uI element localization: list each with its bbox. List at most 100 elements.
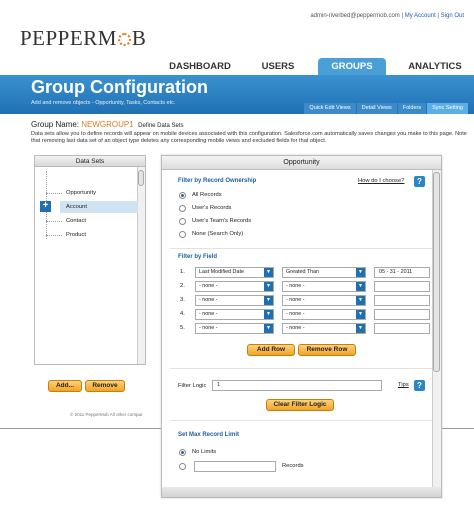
- data-set-item-contact[interactable]: Contact: [66, 218, 86, 224]
- field-select-2[interactable]: - none -: [195, 281, 274, 292]
- row-number: 4.: [180, 311, 185, 317]
- radio-label-none-search-only: None (Search Only): [192, 231, 244, 237]
- sign-out-link[interactable]: Sign Out: [441, 13, 464, 19]
- group-name-label: Group Name:: [31, 120, 80, 129]
- description-text: Data sets allow you to define records wi…: [31, 131, 467, 144]
- help-icon[interactable]: ?: [414, 380, 425, 391]
- data-sets-scroll-thumb[interactable]: [138, 170, 144, 186]
- field-select-3[interactable]: - none -: [195, 295, 274, 306]
- chevron-down-icon[interactable]: ▼: [264, 324, 273, 333]
- value-input-1[interactable]: 05 - 31 - 2011: [374, 267, 430, 278]
- group-name-line: Group Name: NEWGROUP1 Define Data Sets: [31, 120, 184, 129]
- value-input-4[interactable]: [374, 309, 430, 320]
- filter-logic-input[interactable]: 1: [212, 380, 382, 391]
- tab-users[interactable]: USERS: [248, 58, 308, 75]
- page-header: Group Configuration Add and remove objec…: [0, 75, 474, 114]
- records-label: Records: [282, 463, 304, 469]
- chevron-down-icon[interactable]: ▼: [356, 268, 365, 277]
- opportunity-panel-footer: [162, 487, 441, 497]
- subtab-quick-edit-views[interactable]: Quick Edit Views: [304, 103, 356, 114]
- value-input-2[interactable]: [374, 281, 430, 292]
- ownership-heading: Filter by Record Ownership: [178, 178, 257, 184]
- clear-filter-logic-button[interactable]: Clear Filter Logic: [266, 399, 334, 411]
- chevron-down-icon[interactable]: ▼: [356, 296, 365, 305]
- operator-select-3[interactable]: - none -: [282, 295, 366, 306]
- value-input-3[interactable]: [374, 295, 430, 306]
- data-set-item-opportunity[interactable]: Opportunity: [66, 190, 96, 196]
- tips-link[interactable]: Tips: [398, 382, 409, 388]
- chevron-down-icon[interactable]: ▼: [356, 324, 365, 333]
- chevron-down-icon[interactable]: ▼: [356, 310, 365, 319]
- my-account-link[interactable]: My Account: [405, 13, 436, 19]
- data-sets-scrollbar[interactable]: [137, 167, 145, 364]
- section-divider: [170, 420, 432, 421]
- subtab-folders[interactable]: Folders: [397, 103, 427, 114]
- page-title: Group Configuration: [31, 77, 208, 97]
- chevron-down-icon[interactable]: ▼: [264, 310, 273, 319]
- top-links: admin-riverbed@peppermob.com | My Accoun…: [310, 13, 464, 19]
- filter-by-field-heading: Filter by Field: [178, 254, 218, 260]
- add-data-set-button[interactable]: Add...: [48, 380, 82, 392]
- section-divider: [170, 248, 432, 249]
- tree-branch: [46, 193, 62, 194]
- data-sets-panel: Data Sets: [34, 155, 146, 365]
- tab-dashboard[interactable]: DASHBOARD: [160, 58, 240, 75]
- data-set-item-account[interactable]: Account: [66, 204, 87, 210]
- operator-select-4[interactable]: - none -: [282, 309, 366, 320]
- row-number: 3.: [180, 297, 185, 303]
- tab-analytics[interactable]: ANALYTICS: [396, 58, 474, 75]
- data-sets-title: Data Sets: [35, 156, 145, 167]
- data-set-item-product[interactable]: Product: [66, 232, 86, 238]
- peppermob-logo: PEPPERM B: [20, 26, 146, 51]
- radio-label-users-records: User's Records: [192, 205, 232, 211]
- operator-select-2[interactable]: - none -: [282, 281, 366, 292]
- opportunity-scroll-thumb[interactable]: [433, 172, 440, 372]
- logo-text: PEPPERM: [20, 26, 117, 50]
- chevron-down-icon[interactable]: ▼: [356, 282, 365, 291]
- chevron-down-icon[interactable]: ▼: [264, 282, 273, 291]
- tree-branch: [46, 235, 62, 236]
- expand-plus-icon[interactable]: +: [40, 201, 51, 212]
- tree-branch: [46, 221, 62, 222]
- subtab-sync-setting[interactable]: Sync Setting: [427, 103, 468, 114]
- radio-label-all-records: All Records: [192, 192, 222, 198]
- radio-label-users-team-records: User's Team's Records: [192, 218, 252, 224]
- filter-logic-label: Filter Logic: [178, 383, 207, 389]
- copyright-text: © 2011 PepperMob All other compar: [70, 412, 143, 417]
- operator-select-1[interactable]: Greated Than: [282, 267, 366, 278]
- radio-no-limits[interactable]: [179, 449, 186, 456]
- how-do-i-choose-link[interactable]: How do I choose?: [358, 178, 404, 184]
- field-select-1[interactable]: Last Modified Date: [195, 267, 274, 278]
- tab-groups[interactable]: GROUPS: [318, 58, 386, 75]
- max-record-limit-heading: Set Max Record Limit: [178, 432, 240, 438]
- row-number: 1.: [180, 269, 185, 275]
- section-divider: [170, 368, 432, 369]
- radio-none-search-only[interactable]: [179, 231, 186, 238]
- opportunity-title: Opportunity: [162, 156, 441, 170]
- chevron-down-icon[interactable]: ▼: [264, 296, 273, 305]
- field-select-5[interactable]: - none -: [195, 323, 274, 334]
- page-subtitle: Add and remove objects - Opportunity, Ta…: [31, 100, 176, 106]
- operator-select-5[interactable]: - none -: [282, 323, 366, 334]
- radio-users-team-records[interactable]: [179, 218, 186, 225]
- radio-label-no-limits: No Limits: [192, 449, 217, 455]
- user-email: admin-riverbed@peppermob.com: [310, 13, 400, 19]
- record-limit-input[interactable]: [194, 461, 276, 472]
- help-icon[interactable]: ?: [414, 176, 425, 187]
- row-number: 5.: [180, 325, 185, 331]
- add-row-button[interactable]: Add Row: [247, 344, 295, 356]
- radio-users-records[interactable]: [179, 205, 186, 212]
- field-select-4[interactable]: - none -: [195, 309, 274, 320]
- radio-record-limit[interactable]: [179, 463, 186, 470]
- radio-all-records[interactable]: [179, 192, 186, 199]
- chevron-down-icon[interactable]: ▼: [264, 268, 273, 277]
- remove-row-button[interactable]: Remove Row: [298, 344, 356, 356]
- group-name-value: NEWGROUP1: [81, 120, 134, 129]
- row-number: 2.: [180, 283, 185, 289]
- remove-data-set-button[interactable]: Remove: [85, 380, 125, 392]
- define-data-sets-label: Define Data Sets: [138, 123, 184, 129]
- logo-dot-icon: [117, 33, 131, 46]
- value-input-5[interactable]: [374, 323, 430, 334]
- subtab-detail-views[interactable]: Detail Views: [356, 103, 397, 114]
- sub-tabs: Quick Edit Views Detail Views Folders Sy…: [303, 103, 468, 114]
